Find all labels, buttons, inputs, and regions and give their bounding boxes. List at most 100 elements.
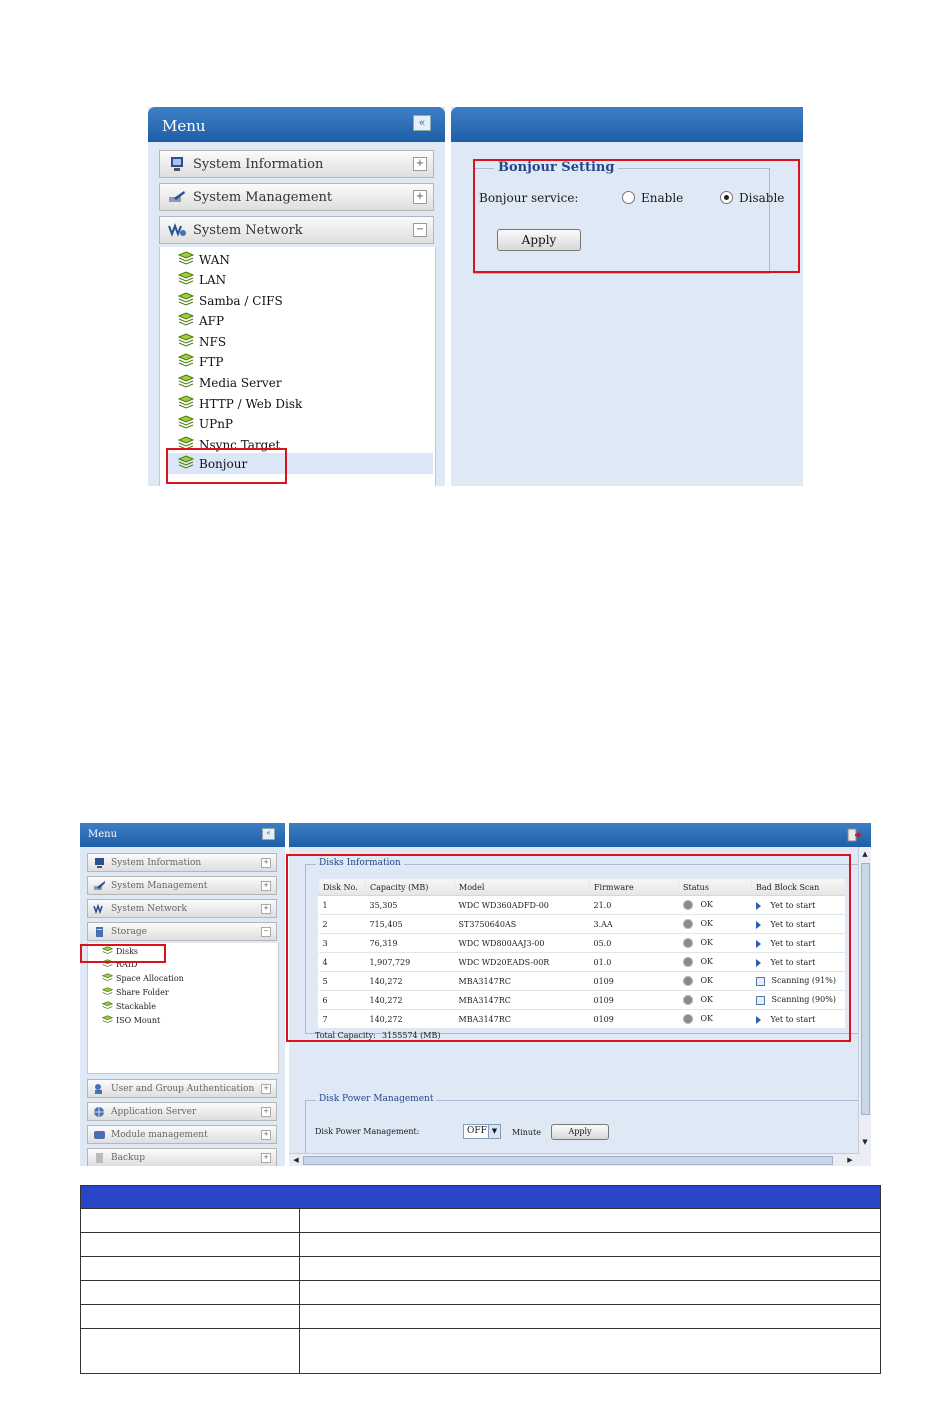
- menu-group-label: Module management: [111, 1130, 208, 1140]
- tools-icon: [94, 881, 105, 890]
- menu-group-label: User and Group Authentication: [111, 1084, 255, 1094]
- stack-icon: [178, 271, 194, 285]
- horizontal-scrollbar[interactable]: ◀ ▶: [289, 1153, 859, 1166]
- menu-title: Menu: [88, 829, 118, 840]
- menu-group-label: Backup: [111, 1153, 146, 1163]
- expand-icon[interactable]: +: [261, 904, 271, 914]
- table-cell: [299, 1208, 881, 1233]
- menu-group-system-network[interactable]: System Network +: [87, 899, 277, 918]
- tools-icon: [169, 191, 185, 202]
- stack-icon: [178, 292, 194, 306]
- submenu-label: FTP: [199, 355, 224, 369]
- submenu-label: LAN: [199, 273, 227, 287]
- collapse-icon[interactable]: −: [261, 927, 271, 937]
- table-cell: [80, 1328, 300, 1374]
- expand-icon[interactable]: +: [413, 157, 427, 171]
- menu-group-backup[interactable]: Backup +: [87, 1148, 277, 1166]
- menu-group-application-server[interactable]: Application Server +: [87, 1102, 277, 1121]
- vertical-scrollbar[interactable]: ▲ ▼: [858, 847, 871, 1166]
- menu-group-module-management[interactable]: Module management +: [87, 1125, 277, 1144]
- content-header: [451, 107, 803, 142]
- chevron-down-icon[interactable]: ▼: [488, 1125, 500, 1138]
- table-row: [80, 1328, 881, 1374]
- stack-icon: [178, 415, 194, 429]
- module-icon: [94, 1131, 105, 1139]
- menu-group-label: System Management: [193, 190, 333, 205]
- stack-icon: [178, 353, 194, 367]
- menu-group-label: System Network: [193, 223, 303, 238]
- highlight-box-setting: [473, 159, 800, 273]
- menu-group-system-management[interactable]: System Management +: [87, 876, 277, 895]
- stack-icon: [178, 251, 194, 265]
- table-cell: [80, 1256, 300, 1281]
- menu-group-system-network[interactable]: System Network −: [159, 216, 434, 244]
- bonjour-screenshot: Menu « System Information + System Manag…: [148, 107, 803, 486]
- stack-icon: [102, 973, 113, 981]
- logout-icon[interactable]: [847, 828, 861, 842]
- submenu-label: HTTP / Web Disk: [199, 397, 303, 411]
- monitor-icon: [95, 858, 104, 868]
- menu-title: Menu: [162, 117, 206, 135]
- table-row: [80, 1280, 881, 1305]
- highlight-box-disks-info: [286, 854, 851, 1042]
- menu-group-label: System Information: [193, 157, 324, 172]
- table-cell: [299, 1232, 881, 1257]
- submenu-label: Samba / CIFS: [199, 294, 283, 308]
- scroll-down-icon[interactable]: ▼: [860, 1137, 870, 1147]
- table-cell: [80, 1304, 300, 1329]
- storage-icon: [96, 927, 103, 937]
- scroll-thumb[interactable]: [861, 863, 870, 1115]
- collapse-menu-button[interactable]: «: [413, 115, 431, 131]
- submenu-label: Share Folder: [116, 988, 169, 997]
- expand-icon[interactable]: +: [261, 1130, 271, 1140]
- menu-group-system-management[interactable]: System Management +: [159, 183, 434, 211]
- expand-icon[interactable]: +: [261, 881, 271, 891]
- scroll-right-icon[interactable]: ▶: [845, 1155, 855, 1165]
- stack-icon: [178, 312, 194, 326]
- monitor-icon: [171, 157, 183, 171]
- scroll-up-icon[interactable]: ▲: [860, 849, 870, 859]
- description-table: [80, 1185, 881, 1374]
- disk-power-management-legend: Disk Power Management: [316, 1094, 437, 1104]
- menu-group-system-information[interactable]: System Information +: [87, 853, 277, 872]
- table-row: [80, 1232, 881, 1257]
- menu-group-label: System Network: [111, 904, 187, 914]
- expand-icon[interactable]: +: [261, 858, 271, 868]
- expand-icon[interactable]: +: [413, 190, 427, 204]
- table-cell: [299, 1328, 881, 1374]
- backup-icon: [96, 1153, 103, 1163]
- disks-screenshot: Menu « System Information + System Manag…: [80, 823, 871, 1166]
- table-row: [80, 1304, 881, 1329]
- scroll-left-icon[interactable]: ◀: [291, 1155, 301, 1165]
- collapse-icon[interactable]: −: [413, 223, 427, 237]
- network-icon: [93, 903, 103, 915]
- apply-button[interactable]: Apply: [551, 1124, 609, 1140]
- stack-icon: [102, 1015, 113, 1023]
- table-cell: [299, 1256, 881, 1281]
- menu-group-storage[interactable]: Storage −: [87, 922, 277, 941]
- expand-icon[interactable]: +: [261, 1084, 271, 1094]
- menu-group-user-group-auth[interactable]: User and Group Authentication +: [87, 1079, 277, 1098]
- table-cell: [80, 1280, 300, 1305]
- stack-icon: [102, 987, 113, 995]
- power-select[interactable]: OFF ▼: [463, 1124, 501, 1139]
- menu-group-label: Application Server: [111, 1107, 197, 1117]
- collapse-menu-button[interactable]: «: [262, 828, 275, 840]
- disk-power-management-label: Disk Power Management:: [315, 1127, 420, 1136]
- globe-icon: [94, 1107, 104, 1117]
- submenu-label: Stackable: [116, 1002, 156, 1011]
- submenu-label: Space Allocation: [116, 974, 184, 983]
- stack-icon: [178, 395, 194, 409]
- menu-group-label: System Management: [111, 881, 208, 891]
- users-icon: [95, 1084, 102, 1094]
- menu-group-system-information[interactable]: System Information +: [159, 150, 434, 178]
- expand-icon[interactable]: +: [261, 1107, 271, 1117]
- submenu-label: NFS: [199, 335, 227, 349]
- menu-group-label: Storage: [111, 927, 147, 937]
- submenu-label: WAN: [199, 253, 230, 267]
- expand-icon[interactable]: +: [261, 1153, 271, 1163]
- scroll-thumb[interactable]: [303, 1156, 833, 1165]
- table-cell: [299, 1280, 881, 1305]
- highlight-box-disks-item: [80, 944, 166, 963]
- stack-icon: [178, 333, 194, 347]
